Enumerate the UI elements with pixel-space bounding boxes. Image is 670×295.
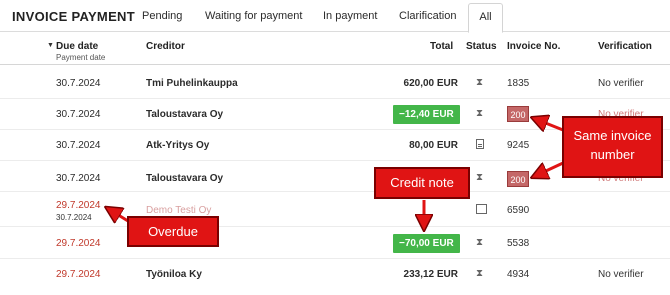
- invoice-number: 5538: [507, 238, 530, 249]
- tab-all[interactable]: All: [468, 3, 503, 33]
- due-date: 30.7.2024: [56, 140, 101, 151]
- invoice-number-duplicate: 200: [507, 106, 529, 122]
- tab-bar: INVOICE PAYMENT Pending Waiting for paym…: [0, 0, 670, 33]
- hourglass-icon: ⧗: [476, 108, 484, 119]
- due-date-overdue: 29.7.2024: [56, 200, 101, 211]
- tab-pending[interactable]: Pending: [142, 10, 182, 22]
- column-header-verification[interactable]: Verification: [598, 41, 652, 52]
- creditor-name: Tmi Puhelinkauppa: [146, 78, 238, 89]
- invoice-number: 4934: [507, 269, 530, 280]
- due-date: 30.7.2024: [56, 109, 101, 120]
- creditor-name: Taloustavara Oy: [146, 173, 224, 184]
- tab-clarification[interactable]: Clarification: [399, 10, 456, 22]
- invoice-number: 1835: [507, 78, 530, 89]
- creditor-name: Työniloa Ky: [146, 269, 202, 280]
- creditor-name: Taloustavara Oy: [146, 109, 224, 120]
- due-date-overdue: 29.7.2024: [56, 269, 101, 280]
- column-header-creditor[interactable]: Creditor: [146, 41, 185, 52]
- total-amount: 80,00 EUR: [409, 140, 458, 151]
- header-divider: [0, 64, 670, 65]
- callout-overdue: Overdue: [127, 216, 219, 247]
- building-icon: [476, 204, 487, 218]
- hourglass-icon: ⧗: [476, 172, 484, 183]
- callout-same-invoice-number: Same invoice number: [562, 116, 663, 178]
- credit-note-amount: −70,00 EUR: [393, 234, 460, 253]
- creditor-name: Atk-Yritys Oy: [146, 140, 210, 151]
- column-header-status[interactable]: Status: [466, 41, 497, 52]
- column-subheader-payment-date: Payment date: [56, 53, 106, 62]
- document-icon: [476, 139, 484, 153]
- table-row[interactable]: 30.7.2024 Tmi Puhelinkauppa 620,00 EUR ⧗…: [0, 68, 670, 99]
- table-row[interactable]: 29.7.2024 −70,00 EUR ⧗ 5538: [0, 228, 670, 259]
- column-header-due-date[interactable]: Due date: [56, 41, 98, 52]
- hourglass-icon: ⧗: [476, 268, 484, 279]
- total-amount: 620,00 EUR: [403, 78, 458, 89]
- tab-in-payment[interactable]: In payment: [323, 10, 377, 22]
- column-header-total[interactable]: Total: [430, 41, 453, 52]
- due-date: 30.7.2024: [56, 78, 101, 89]
- payment-date: 30.7.2024: [56, 213, 92, 222]
- verification-status: No verifier: [598, 78, 644, 89]
- column-header-invoice-no[interactable]: Invoice No.: [507, 41, 560, 52]
- table-row[interactable]: 29.7.2024 Työniloa Ky 233,12 EUR ⧗ 4934 …: [0, 259, 670, 290]
- due-date-overdue: 29.7.2024: [56, 238, 101, 249]
- invoice-number: 9245: [507, 140, 530, 151]
- due-date: 30.7.2024: [56, 173, 101, 184]
- callout-credit-note: Credit note: [374, 167, 470, 199]
- hourglass-icon: ⧗: [476, 77, 484, 88]
- page-title: INVOICE PAYMENT: [12, 9, 135, 24]
- tab-waiting-for-payment[interactable]: Waiting for payment: [205, 10, 302, 22]
- credit-note-amount: −12,40 EUR: [393, 105, 460, 124]
- hourglass-icon: ⧗: [476, 237, 484, 248]
- table-row[interactable]: 29.7.2024 30.7.2024 Demo Testi Oy 6590: [0, 195, 670, 227]
- total-amount: 233,12 EUR: [403, 269, 458, 280]
- invoice-number: 6590: [507, 205, 530, 216]
- verification-status: No verifier: [598, 269, 644, 280]
- sort-desc-icon[interactable]: ▼: [47, 42, 54, 49]
- invoice-number-duplicate: 200: [507, 171, 529, 187]
